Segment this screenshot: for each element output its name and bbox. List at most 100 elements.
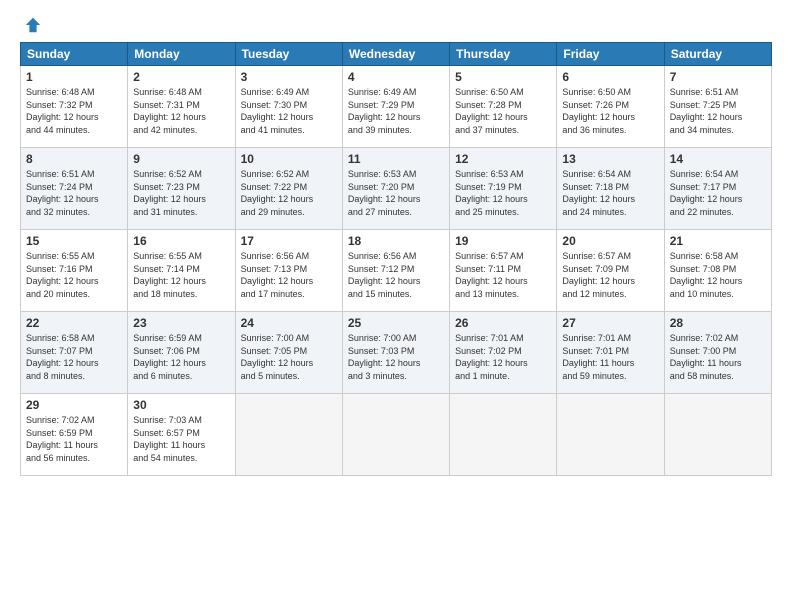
- calendar-week: 29 Sunrise: 7:02 AM Sunset: 6:59 PM Dayli…: [21, 394, 772, 476]
- day-info: Sunrise: 6:52 AM Sunset: 7:22 PM Dayligh…: [241, 168, 337, 218]
- day-number: 13: [562, 152, 658, 166]
- calendar-week: 22 Sunrise: 6:58 AM Sunset: 7:07 PM Dayli…: [21, 312, 772, 394]
- calendar-week: 15 Sunrise: 6:55 AM Sunset: 7:16 PM Dayli…: [21, 230, 772, 312]
- day-info: Sunrise: 7:00 AM Sunset: 7:05 PM Dayligh…: [241, 332, 337, 382]
- header-day: Monday: [128, 43, 235, 66]
- calendar-day: 20 Sunrise: 6:57 AM Sunset: 7:09 PM Dayli…: [557, 230, 664, 312]
- day-info: Sunrise: 6:52 AM Sunset: 7:23 PM Dayligh…: [133, 168, 229, 218]
- day-number: 25: [348, 316, 444, 330]
- calendar-day: 12Sunrise: 6:53 AM Sunset: 7:19 PM Dayli…: [450, 148, 557, 230]
- day-info: Sunrise: 6:49 AM Sunset: 7:30 PM Dayligh…: [241, 86, 337, 136]
- day-number: 7: [670, 70, 766, 84]
- day-info: Sunrise: 6:48 AM Sunset: 7:31 PM Dayligh…: [133, 86, 229, 136]
- calendar-day: 4 Sunrise: 6:49 AM Sunset: 7:29 PM Daylig…: [342, 66, 449, 148]
- calendar-day: 24 Sunrise: 7:00 AM Sunset: 7:05 PM Dayli…: [235, 312, 342, 394]
- calendar-day: 27 Sunrise: 7:01 AM Sunset: 7:01 PM Dayli…: [557, 312, 664, 394]
- day-number: 2: [133, 70, 229, 84]
- day-info: Sunrise: 7:02 AM Sunset: 6:59 PM Dayligh…: [26, 414, 122, 464]
- day-info: Sunrise: 6:57 AM Sunset: 7:09 PM Dayligh…: [562, 250, 658, 300]
- day-number: 15: [26, 234, 122, 248]
- day-number: 21: [670, 234, 766, 248]
- calendar-day: 8 Sunrise: 6:51 AM Sunset: 7:24 PM Daylig…: [21, 148, 128, 230]
- day-info: Sunrise: 6:53 AM Sunset: 7:20 PM Dayligh…: [348, 168, 444, 218]
- calendar-day: [557, 394, 664, 476]
- calendar-day: 6 Sunrise: 6:50 AM Sunset: 7:26 PM Daylig…: [557, 66, 664, 148]
- calendar-day: 23 Sunrise: 6:59 AM Sunset: 7:06 PM Dayli…: [128, 312, 235, 394]
- day-info: Sunrise: 6:58 AM Sunset: 7:08 PM Dayligh…: [670, 250, 766, 300]
- calendar-day: 1 Sunrise: 6:48 AM Sunset: 7:32 PM Daylig…: [21, 66, 128, 148]
- day-info: Sunrise: 6:53 AM Sunset: 7:19 PM Dayligh…: [455, 168, 551, 218]
- day-info: Sunrise: 7:00 AM Sunset: 7:03 PM Dayligh…: [348, 332, 444, 382]
- day-number: 17: [241, 234, 337, 248]
- calendar-day: 29 Sunrise: 7:02 AM Sunset: 6:59 PM Dayli…: [21, 394, 128, 476]
- calendar-day: 18Sunrise: 6:56 AM Sunset: 7:12 PM Dayli…: [342, 230, 449, 312]
- calendar-day: [450, 394, 557, 476]
- day-number: 1: [26, 70, 122, 84]
- calendar-day: 17Sunrise: 6:56 AM Sunset: 7:13 PM Dayli…: [235, 230, 342, 312]
- header-day: Wednesday: [342, 43, 449, 66]
- day-info: Sunrise: 6:54 AM Sunset: 7:18 PM Dayligh…: [562, 168, 658, 218]
- day-info: Sunrise: 6:49 AM Sunset: 7:29 PM Dayligh…: [348, 86, 444, 136]
- day-number: 20: [562, 234, 658, 248]
- day-number: 4: [348, 70, 444, 84]
- day-number: 29: [26, 398, 122, 412]
- calendar-day: 30Sunrise: 7:03 AM Sunset: 6:57 PM Dayli…: [128, 394, 235, 476]
- calendar-day: 16 Sunrise: 6:55 AM Sunset: 7:14 PM Dayli…: [128, 230, 235, 312]
- day-info: Sunrise: 6:54 AM Sunset: 7:17 PM Dayligh…: [670, 168, 766, 218]
- calendar-day: [235, 394, 342, 476]
- day-info: Sunrise: 6:50 AM Sunset: 7:26 PM Dayligh…: [562, 86, 658, 136]
- header-day: Friday: [557, 43, 664, 66]
- calendar-day: 22 Sunrise: 6:58 AM Sunset: 7:07 PM Dayli…: [21, 312, 128, 394]
- calendar-day: 25 Sunrise: 7:00 AM Sunset: 7:03 PM Dayli…: [342, 312, 449, 394]
- day-number: 28: [670, 316, 766, 330]
- day-number: 27: [562, 316, 658, 330]
- calendar-day: 13 Sunrise: 6:54 AM Sunset: 7:18 PM Dayli…: [557, 148, 664, 230]
- calendar-day: 15 Sunrise: 6:55 AM Sunset: 7:16 PM Dayli…: [21, 230, 128, 312]
- day-info: Sunrise: 6:59 AM Sunset: 7:06 PM Dayligh…: [133, 332, 229, 382]
- day-info: Sunrise: 6:58 AM Sunset: 7:07 PM Dayligh…: [26, 332, 122, 382]
- calendar-day: 5Sunrise: 6:50 AM Sunset: 7:28 PM Daylig…: [450, 66, 557, 148]
- day-info: Sunrise: 6:55 AM Sunset: 7:16 PM Dayligh…: [26, 250, 122, 300]
- day-number: 8: [26, 152, 122, 166]
- calendar-day: 10 Sunrise: 6:52 AM Sunset: 7:22 PM Dayli…: [235, 148, 342, 230]
- day-number: 16: [133, 234, 229, 248]
- day-number: 10: [241, 152, 337, 166]
- day-info: Sunrise: 7:01 AM Sunset: 7:01 PM Dayligh…: [562, 332, 658, 382]
- logo-icon: [24, 16, 42, 34]
- calendar-week: 1 Sunrise: 6:48 AM Sunset: 7:32 PM Daylig…: [21, 66, 772, 148]
- day-info: Sunrise: 6:57 AM Sunset: 7:11 PM Dayligh…: [455, 250, 551, 300]
- calendar-day: 26Sunrise: 7:01 AM Sunset: 7:02 PM Dayli…: [450, 312, 557, 394]
- day-info: Sunrise: 6:51 AM Sunset: 7:25 PM Dayligh…: [670, 86, 766, 136]
- header-row: SundayMondayTuesdayWednesdayThursdayFrid…: [21, 43, 772, 66]
- day-info: Sunrise: 7:02 AM Sunset: 7:00 PM Dayligh…: [670, 332, 766, 382]
- day-info: Sunrise: 6:50 AM Sunset: 7:28 PM Dayligh…: [455, 86, 551, 136]
- day-number: 23: [133, 316, 229, 330]
- header-day: Tuesday: [235, 43, 342, 66]
- day-number: 11: [348, 152, 444, 166]
- day-number: 22: [26, 316, 122, 330]
- day-number: 30: [133, 398, 229, 412]
- day-number: 14: [670, 152, 766, 166]
- day-number: 26: [455, 316, 551, 330]
- day-info: Sunrise: 6:51 AM Sunset: 7:24 PM Dayligh…: [26, 168, 122, 218]
- calendar-day: [664, 394, 771, 476]
- day-info: Sunrise: 6:48 AM Sunset: 7:32 PM Dayligh…: [26, 86, 122, 136]
- header-day: Thursday: [450, 43, 557, 66]
- calendar-day: 9 Sunrise: 6:52 AM Sunset: 7:23 PM Daylig…: [128, 148, 235, 230]
- calendar-day: 3Sunrise: 6:49 AM Sunset: 7:30 PM Daylig…: [235, 66, 342, 148]
- page: SundayMondayTuesdayWednesdayThursdayFrid…: [0, 0, 792, 612]
- day-number: 24: [241, 316, 337, 330]
- calendar: SundayMondayTuesdayWednesdayThursdayFrid…: [20, 42, 772, 476]
- day-number: 19: [455, 234, 551, 248]
- day-number: 9: [133, 152, 229, 166]
- calendar-day: 11 Sunrise: 6:53 AM Sunset: 7:20 PM Dayli…: [342, 148, 449, 230]
- header-day: Saturday: [664, 43, 771, 66]
- calendar-day: 7 Sunrise: 6:51 AM Sunset: 7:25 PM Daylig…: [664, 66, 771, 148]
- calendar-day: 28 Sunrise: 7:02 AM Sunset: 7:00 PM Dayli…: [664, 312, 771, 394]
- calendar-week: 8 Sunrise: 6:51 AM Sunset: 7:24 PM Daylig…: [21, 148, 772, 230]
- header-day: Sunday: [21, 43, 128, 66]
- day-number: 6: [562, 70, 658, 84]
- calendar-day: 21 Sunrise: 6:58 AM Sunset: 7:08 PM Dayli…: [664, 230, 771, 312]
- calendar-day: 2 Sunrise: 6:48 AM Sunset: 7:31 PM Daylig…: [128, 66, 235, 148]
- day-info: Sunrise: 6:55 AM Sunset: 7:14 PM Dayligh…: [133, 250, 229, 300]
